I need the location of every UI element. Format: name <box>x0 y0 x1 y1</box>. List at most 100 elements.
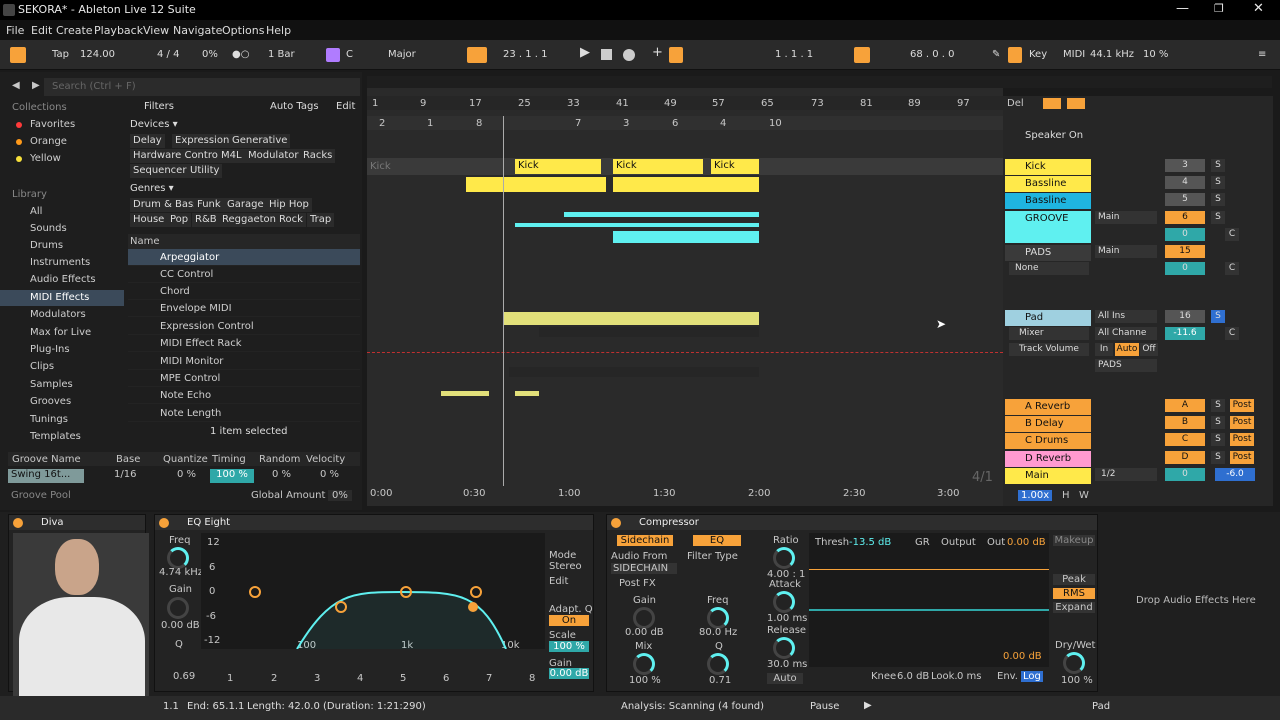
lookahead-value[interactable]: 0 ms <box>957 671 982 682</box>
clip-bassline[interactable] <box>466 177 606 192</box>
library-modulators[interactable]: Modulators <box>0 307 124 323</box>
output-toggle[interactable]: Output <box>941 537 976 548</box>
eq-toggle[interactable]: EQ <box>693 535 741 546</box>
return-letter[interactable]: D <box>1165 451 1205 464</box>
solo-button[interactable]: S <box>1211 416 1225 429</box>
clip-pads[interactable] <box>503 312 759 325</box>
track-bassline[interactable]: Bassline 4 S <box>1003 176 1271 193</box>
drywet-knob[interactable] <box>1063 652 1085 674</box>
song-position[interactable]: 23 . 1 . 1 <box>503 48 548 62</box>
library-audio-effects[interactable]: Audio Effects <box>0 272 124 288</box>
tag-racks[interactable]: Racks <box>300 149 336 163</box>
solo-button[interactable]: S <box>1211 433 1225 446</box>
track-number[interactable]: 4 <box>1165 176 1205 189</box>
tag-reggaeton[interactable]: Reggaeton <box>219 213 280 227</box>
groove-velocity[interactable]: 0 % <box>320 469 339 480</box>
menu-playback[interactable]: Playback <box>94 24 143 37</box>
attack-value[interactable]: 1.00 ms <box>767 613 807 624</box>
track-bassline-2[interactable]: Bassline 5 S <box>1003 193 1271 210</box>
library-grooves[interactable]: Grooves <box>0 394 124 410</box>
ratio-knob[interactable] <box>773 547 795 569</box>
overview-bar[interactable] <box>367 76 1272 88</box>
sc-freq-knob[interactable] <box>707 607 729 629</box>
loop-switch-icon[interactable] <box>854 47 870 63</box>
sidechain-button[interactable]: Sidechain <box>617 535 673 546</box>
return-letter[interactable]: B <box>1165 416 1205 429</box>
gain-value[interactable]: 0.00 dB <box>161 620 200 631</box>
device-power-icon[interactable] <box>13 518 23 528</box>
filters-label[interactable]: Filters <box>144 101 174 112</box>
crossfade-button[interactable]: C <box>1225 262 1239 275</box>
freq-knob[interactable] <box>167 547 189 569</box>
edit-button[interactable]: Edit <box>336 101 355 112</box>
gain-value[interactable]: 0.00 dB <box>625 627 664 638</box>
pan-value[interactable]: 0 <box>1165 262 1205 275</box>
output-gain-value[interactable]: 0.00 dB <box>549 668 589 679</box>
groove-random[interactable]: 0 % <box>272 469 291 480</box>
automation-param[interactable]: Track Volume <box>1009 343 1089 356</box>
mix-value[interactable]: 100 % <box>629 675 661 686</box>
keyboard-icon[interactable] <box>1008 47 1022 63</box>
track-groove[interactable]: GROOVE Main 6 S 0 C <box>1003 211 1271 243</box>
clip-groove[interactable] <box>564 212 759 217</box>
band-number[interactable]: 6 <box>443 673 449 684</box>
name-column-header[interactable]: Name <box>128 234 360 249</box>
threshold-line[interactable] <box>809 609 1049 611</box>
band-number[interactable]: 1 <box>227 673 233 684</box>
solo-button[interactable]: S <box>1211 451 1225 464</box>
q-value[interactable]: 0.71 <box>709 675 731 686</box>
sc-gain-knob[interactable] <box>633 607 655 629</box>
browser-item[interactable]: Note Echo <box>128 387 360 404</box>
diva-device[interactable]: Diva <box>8 514 149 707</box>
pan-value[interactable]: 0 <box>1165 228 1205 241</box>
return-letter[interactable]: C <box>1165 433 1205 446</box>
quantize-menu[interactable]: 1 Bar <box>268 48 295 62</box>
sidechain-source[interactable]: SIDECHAIN <box>611 563 677 574</box>
clip-groove[interactable] <box>613 231 759 243</box>
output-routing[interactable]: Main <box>1095 245 1157 258</box>
follow-icon[interactable] <box>467 47 487 63</box>
tag-m4l[interactable]: M4L <box>218 149 245 163</box>
clip-pad[interactable] <box>539 327 759 337</box>
menu-file[interactable]: File <box>6 24 24 37</box>
locator-marker[interactable]: 3 <box>623 118 629 129</box>
monitor-auto[interactable]: Auto <box>1115 343 1139 356</box>
menu-view[interactable]: View <box>143 24 169 37</box>
band-number[interactable]: 4 <box>357 673 363 684</box>
track-number[interactable]: 5 <box>1165 193 1205 206</box>
track-pad[interactable]: Pad Mixer Track Volume All Ins All Chann… <box>1003 310 1271 390</box>
automation-arm-icon[interactable] <box>669 47 683 63</box>
tag-rnb[interactable]: R&B <box>192 213 220 227</box>
track-number[interactable]: 15 <box>1165 245 1205 258</box>
browser-item[interactable]: MIDI Effect Rack <box>128 335 360 352</box>
locator-marker[interactable]: 2 <box>379 118 385 129</box>
mode-select[interactable]: Stereo <box>549 561 582 572</box>
tag-pop[interactable]: Pop <box>167 213 192 227</box>
scale-value[interactable]: 100 % <box>549 641 589 652</box>
tag-expression[interactable]: Expression <box>172 134 233 148</box>
tag-house[interactable]: House <box>130 213 168 227</box>
rms-button[interactable]: RMS <box>1053 588 1095 599</box>
band-number[interactable]: 8 <box>529 673 535 684</box>
menu-options[interactable]: Options <box>222 24 264 37</box>
solo-button[interactable]: S <box>1211 193 1225 206</box>
crossfade-button[interactable]: C <box>1225 327 1239 340</box>
devices-filter-title[interactable]: Devices ▾ <box>130 119 178 130</box>
library-clips[interactable]: Clips <box>0 359 124 375</box>
device-power-icon[interactable] <box>159 518 169 528</box>
global-amount-value[interactable]: 0% <box>328 490 352 501</box>
clip-returns[interactable] <box>441 391 489 396</box>
track-kick[interactable]: Kick 3 S <box>1003 159 1271 176</box>
tap-button[interactable]: Tap <box>52 48 69 62</box>
browser-item[interactable]: Expression Control <box>128 318 360 335</box>
return-letter[interactable]: A <box>1165 399 1205 412</box>
freq-value[interactable]: 4.74 kHz <box>159 567 203 578</box>
peak-button[interactable]: Peak <box>1053 574 1095 585</box>
solo-button[interactable]: S <box>1211 159 1225 172</box>
release-value[interactable]: 30.0 ms <box>767 659 807 670</box>
library-midi-effects[interactable]: MIDI Effects <box>0 290 124 306</box>
post-button[interactable]: Post <box>1230 416 1254 429</box>
menu-create[interactable]: Create <box>56 24 93 37</box>
menu-edit[interactable]: Edit <box>31 24 52 37</box>
record-icon[interactable] <box>623 49 635 61</box>
